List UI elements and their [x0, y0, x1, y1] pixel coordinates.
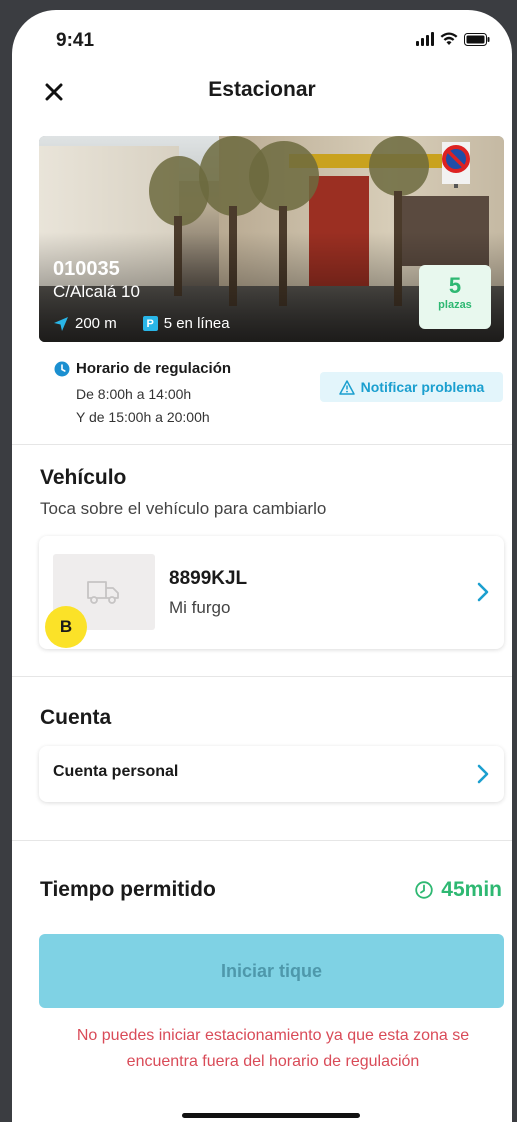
- vehicle-category-badge: B: [45, 606, 87, 648]
- app-screen: 9:41 Estacionar 010035 C/Alcalá 10 200 m…: [12, 10, 512, 1122]
- home-indicator[interactable]: [182, 1113, 360, 1118]
- allowed-time-row: Tiempo permitido 45min: [40, 878, 502, 902]
- vehicle-hint: Toca sobre el vehículo para cambiarlo: [40, 499, 327, 518]
- start-ticket-label: Iniciar tique: [220, 960, 323, 981]
- spots-count: 5: [448, 273, 462, 298]
- account-card[interactable]: Cuenta personal: [39, 746, 504, 802]
- spots-badge: 5 plazas: [419, 265, 491, 329]
- chevron-right-icon: [477, 582, 489, 602]
- vehicle-name: Mi furgo: [169, 598, 231, 617]
- allowed-time-title: Tiempo permitido: [40, 878, 216, 901]
- zone-distance: 200 m: [75, 315, 117, 332]
- account-section-title: Cuenta: [40, 706, 112, 729]
- divider: [12, 676, 512, 677]
- vehicle-card[interactable]: B 8899KJL Mi furgo: [39, 536, 504, 649]
- start-ticket-button[interactable]: Iniciar tique: [39, 934, 504, 1008]
- wifi-icon: [440, 32, 458, 46]
- no-parking-sign-icon: [442, 142, 470, 188]
- spots-label: plazas: [438, 299, 472, 311]
- clock-icon: [54, 361, 70, 377]
- schedule-line-2: Y de 15:00h a 20:00h: [76, 409, 210, 425]
- notify-problem-label: Notificar problema: [360, 379, 485, 395]
- schedule-title: Horario de regulación: [76, 360, 232, 377]
- vehicle-plate: 8899KJL: [169, 568, 248, 589]
- zone-street: C/Alcalá 10: [53, 282, 140, 301]
- divider: [12, 444, 512, 445]
- zone-code: 010035: [53, 258, 120, 280]
- status-icons: [416, 32, 490, 46]
- vehicle-section-title: Vehículo: [40, 466, 127, 489]
- divider: [12, 840, 512, 841]
- clock-icon: [415, 881, 433, 899]
- page-title: Estacionar: [208, 78, 316, 101]
- warning-icon: [338, 379, 355, 395]
- status-time: 9:41: [56, 30, 95, 51]
- error-message: No puedes iniciar estacionamiento ya que…: [76, 1027, 470, 1070]
- schedule-line-1: De 8:00h a 14:00h: [76, 386, 192, 402]
- truck-icon: [87, 581, 119, 604]
- allowed-time-value-group: 45min: [415, 878, 502, 902]
- zone-meta: 200 m P 5 en línea: [53, 315, 230, 332]
- parking-icon: P: [142, 316, 158, 331]
- signal-icon: [416, 32, 434, 46]
- location-arrow-icon: [54, 316, 68, 331]
- zone-online-count: 5 en línea: [163, 315, 230, 332]
- notify-problem-button[interactable]: Notificar problema: [320, 372, 503, 402]
- chevron-right-icon: [477, 764, 489, 784]
- account-value: Cuenta personal: [53, 763, 179, 780]
- battery-icon: [464, 32, 490, 46]
- allowed-time-value: 45min: [441, 878, 502, 901]
